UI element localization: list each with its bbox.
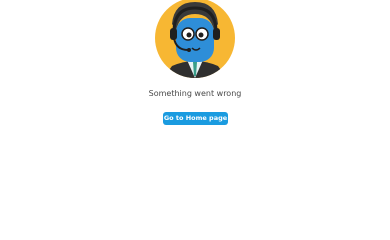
go-to-home-page-button[interactable]: Go to Home page <box>163 112 228 125</box>
error-message: Something went wrong <box>148 89 242 98</box>
error-page: Something went wrong Go to Home page <box>0 0 390 240</box>
support-agent-mascot-icon <box>155 0 235 78</box>
